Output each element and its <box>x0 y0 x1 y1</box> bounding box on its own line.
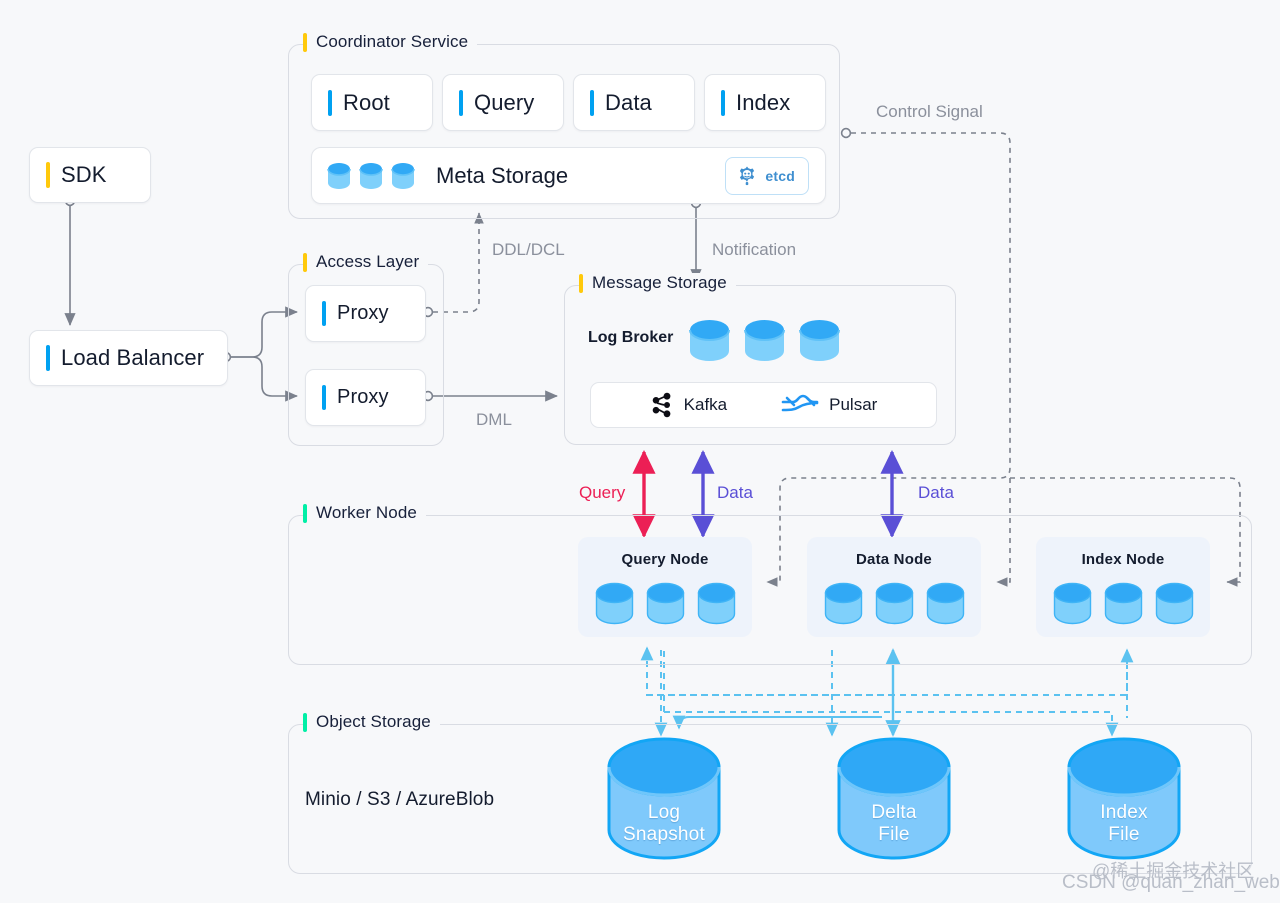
kafka-entry[interactable]: Kafka <box>650 392 727 418</box>
accent-bar <box>46 162 50 188</box>
kafka-label: Kafka <box>683 395 728 414</box>
watermark-csdn: CSDN @quan_zhan_web <box>1062 872 1280 893</box>
pulsar-entry[interactable]: Pulsar <box>781 393 877 417</box>
group-worker-node-title: Worker Node <box>303 503 426 523</box>
accent-bar <box>721 89 725 116</box>
cylinder-icon <box>744 320 785 361</box>
accent-bar <box>46 345 50 371</box>
cylinder-icon <box>595 582 633 625</box>
cylinder-icon <box>689 320 730 361</box>
accent-bar <box>303 252 307 272</box>
worker-data-node[interactable]: Data Node <box>807 537 981 637</box>
group-title-text: Message Storage <box>592 273 727 292</box>
group-title-text: Coordinator Service <box>316 32 469 51</box>
gear-icon <box>740 165 755 185</box>
store-label: Delta File <box>871 802 917 845</box>
worker-node-cylinders <box>1052 582 1195 626</box>
pulsar-icon <box>781 394 819 412</box>
cylinder-icon <box>1104 582 1142 625</box>
accent-bar <box>322 301 326 326</box>
coordinator-service-root[interactable]: Root <box>311 74 433 131</box>
cylinder-icon <box>327 163 351 189</box>
store-label: Log Snapshot <box>623 802 705 845</box>
edge-label-query: Query <box>579 483 626 502</box>
object-storage-providers: Minio / S3 / AzureBlob <box>305 789 495 810</box>
accent-bar <box>328 89 332 116</box>
edge-label-data-right: Data <box>918 483 954 502</box>
node-label: Data <box>605 89 652 115</box>
cylinder-icon <box>646 582 684 625</box>
cylinder-icon <box>799 320 840 361</box>
edge-label-data-left: Data <box>717 483 753 502</box>
coordinator-service-index[interactable]: Index <box>704 74 826 131</box>
etcd-badge[interactable]: etcd <box>725 156 809 195</box>
access-layer-proxy-2[interactable]: Proxy <box>305 369 426 426</box>
coordinator-service-data[interactable]: Data <box>573 74 695 131</box>
group-access-layer-title: Access Layer <box>303 252 429 272</box>
edge-label-notification: Notification <box>712 240 797 259</box>
log-broker-cylinders <box>687 318 842 363</box>
broker-technologies-panel[interactable]: Kafka Pulsar <box>590 382 937 428</box>
group-object-storage-title: Object Storage <box>303 712 440 732</box>
edge-label-ddl-dcl: DDL/DCL <box>492 240 565 259</box>
group-title-text: Access Layer <box>316 252 420 271</box>
sdk-node[interactable]: SDK <box>29 147 151 203</box>
object-store-delta-file[interactable]: Delta File <box>835 737 953 862</box>
cylinder-icon <box>391 163 415 189</box>
pulsar-label: Pulsar <box>829 395 878 414</box>
accent-bar <box>322 385 326 410</box>
accent-bar <box>459 89 463 116</box>
group-coordinator-service-title: Coordinator Service <box>303 32 478 52</box>
worker-node-cylinders <box>594 582 737 626</box>
node-label: SDK <box>61 162 107 187</box>
object-store-index-file[interactable]: Index File <box>1065 737 1183 862</box>
cylinder-icon <box>824 582 862 625</box>
edge-label-control-signal: Control Signal <box>876 102 983 121</box>
store-label: Index File <box>1100 802 1148 845</box>
node-label: Proxy <box>337 386 389 408</box>
group-title-text: Object Storage <box>316 712 431 731</box>
accent-bar <box>590 89 594 116</box>
node-label: Root <box>343 89 390 115</box>
meta-storage-label: Meta Storage <box>436 162 569 188</box>
node-label: Proxy <box>337 302 389 324</box>
cylinder-icon <box>1155 582 1193 625</box>
group-title-text: Worker Node <box>316 503 417 522</box>
cylinder-icon <box>1053 582 1091 625</box>
group-message-storage-title: Message Storage <box>579 273 736 293</box>
load-balancer-node[interactable]: Load Balancer <box>29 330 228 386</box>
worker-node-title: Query Node <box>621 551 709 568</box>
cylinder-icon <box>697 582 735 625</box>
edge-label-dml: DML <box>476 410 512 429</box>
cylinder-icon <box>359 163 383 189</box>
accent-bar <box>303 32 307 52</box>
worker-index-node[interactable]: Index Node <box>1036 537 1210 637</box>
node-label: Load Balancer <box>61 345 205 370</box>
worker-node-cylinders <box>823 582 966 626</box>
accent-bar <box>303 712 307 732</box>
meta-storage-cylinders <box>326 162 416 189</box>
object-store-log-snapshot[interactable]: Log Snapshot <box>605 737 723 862</box>
coordinator-service-query[interactable]: Query <box>442 74 564 131</box>
cylinder-icon <box>875 582 913 625</box>
worker-query-node[interactable]: Query Node <box>578 537 752 637</box>
node-label: Index <box>736 89 791 115</box>
kafka-icon <box>652 392 671 418</box>
accent-bar <box>303 503 307 523</box>
node-label: Query <box>474 89 535 115</box>
worker-node-title: Data Node <box>856 551 932 568</box>
architecture-diagram: Coordinator Service Access Layer Message… <box>0 0 1280 903</box>
accent-bar <box>579 273 583 293</box>
access-layer-proxy-1[interactable]: Proxy <box>305 285 426 342</box>
worker-node-title: Index Node <box>1081 551 1165 568</box>
etcd-label: etcd <box>765 167 795 184</box>
log-broker-label: Log Broker <box>588 329 674 346</box>
cylinder-icon <box>926 582 964 625</box>
meta-storage-panel[interactable]: Meta Storage etcd <box>311 147 826 204</box>
